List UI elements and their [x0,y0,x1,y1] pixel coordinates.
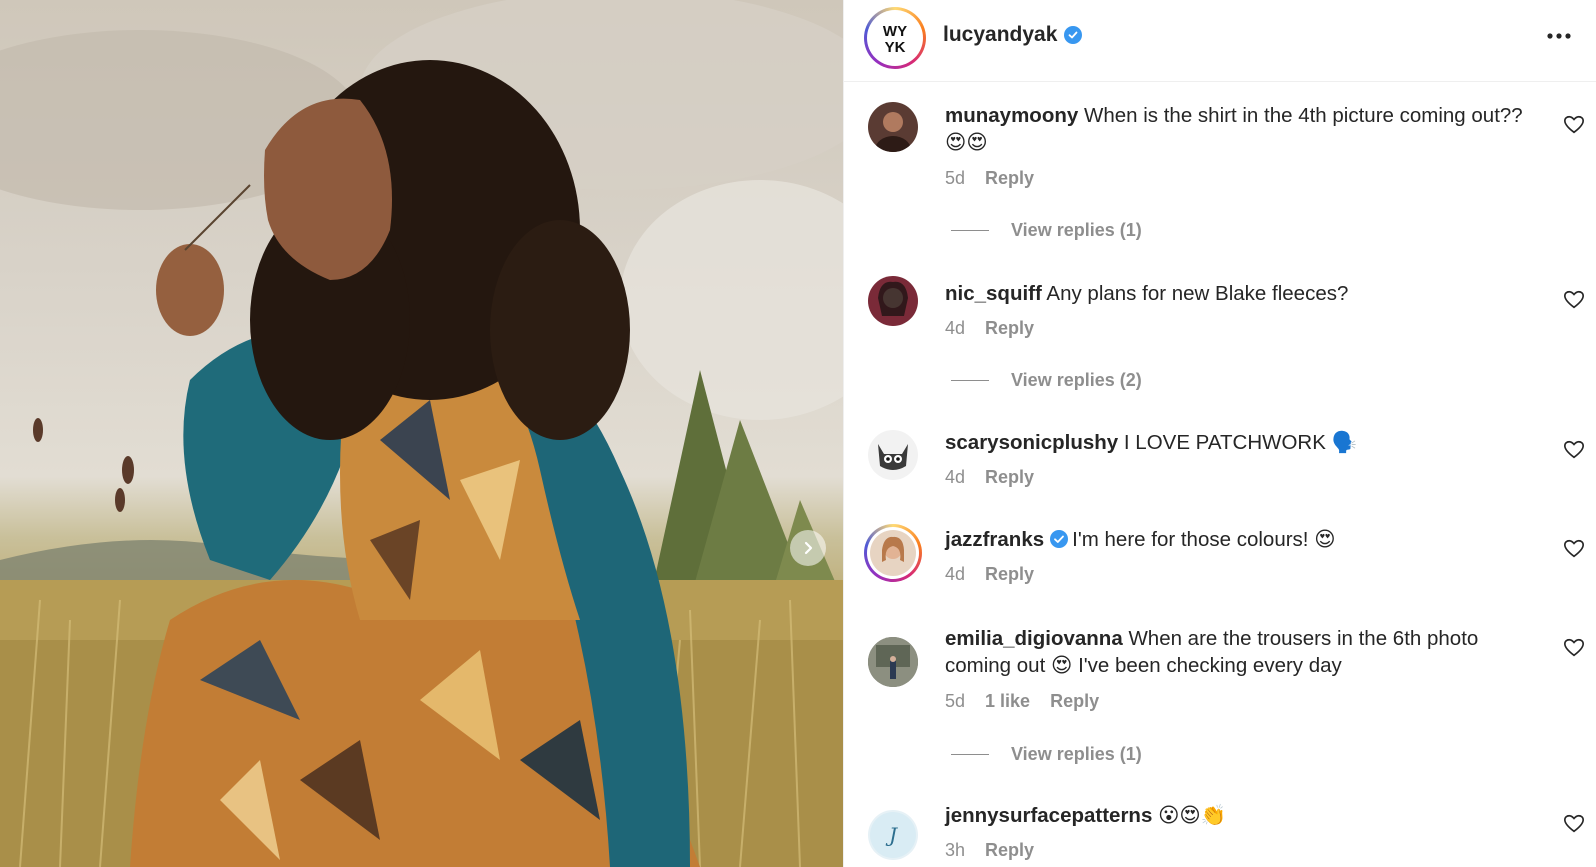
view-replies-label: View replies (2) [1011,370,1142,390]
comment-emoji: 😍 [1314,527,1336,551]
verified-badge-icon [1050,530,1069,548]
commenter-avatar[interactable] [864,524,922,582]
divider-line [951,230,989,231]
comment-meta: 5d 1 like Reply [945,691,1099,712]
comment-username[interactable]: nic_squiff [945,282,1042,305]
view-replies-label: View replies (1) [1011,744,1142,764]
comment-meta: 4d Reply [945,564,1034,585]
comment-username[interactable]: jazzfranks [945,528,1044,551]
comment-meta: 4d Reply [945,467,1034,488]
brand-logo-icon: WY YK [883,23,907,56]
comment-text: jennysurfacepatterns 😮😍👏 [945,802,1525,829]
divider-line [951,754,989,755]
reply-button[interactable]: Reply [985,318,1034,339]
comment-text: nic_squiff Any plans for new Blake fleec… [945,280,1525,307]
photo-illustration [0,0,843,867]
comment-message: Any plans for new Blake fleeces? [1046,282,1349,305]
comment-time: 4d [945,564,966,584]
comment-emoji: 😮😍👏 [1158,803,1227,827]
heart-icon[interactable] [1563,637,1585,659]
comment-username[interactable]: emilia_digiovanna [945,627,1123,650]
comment-likes[interactable]: 1 like [985,691,1030,712]
comment-text: jazzfranks I'm here for those colours! 😍 [945,526,1525,553]
view-replies-label: View replies (1) [1011,220,1142,240]
chevron-right-icon [804,541,813,555]
commenter-avatar[interactable] [868,430,918,480]
comment-username[interactable]: scarysonicplushy [945,431,1118,454]
svg-text:YK: YK [885,39,906,56]
account-avatar[interactable]: WY YK [864,7,926,69]
divider-line [951,380,989,381]
comment-message: When is the shirt in the 4th picture com… [1083,104,1523,127]
comment-time: 5d [945,168,966,188]
comment-time: 5d [945,691,966,711]
heart-icon[interactable] [1563,439,1585,461]
comment-meta: 5d Reply [945,168,1034,189]
comment-emoji: 🗣️ [1331,430,1358,454]
svg-text:WY: WY [883,23,907,40]
reply-button[interactable]: Reply [1050,691,1099,712]
comment-text: munaymoony When is the shirt in the 4th … [945,102,1525,156]
comment-emoji: 😍😍 [945,130,988,154]
comment-time: 4d [945,318,966,338]
account-name[interactable]: lucyandyak [943,23,1083,47]
post-photo[interactable] [0,0,843,867]
commenter-avatar[interactable] [868,276,918,326]
comment-message-continued: I've been checking every day [1078,654,1342,677]
comments-panel: WY YK lucyandyak munaymoony When is the … [843,0,1596,867]
commenter-avatar[interactable] [868,637,918,687]
comment-message: I'm here for those colours! [1072,528,1309,551]
post-header: WY YK lucyandyak [844,0,1596,82]
reply-button[interactable]: Reply [985,467,1034,488]
heart-icon[interactable] [1563,538,1585,560]
commenter-avatar[interactable] [868,102,918,152]
account-username[interactable]: lucyandyak [943,23,1057,47]
commenter-avatar[interactable]: J [868,810,918,860]
reply-button[interactable]: Reply [985,840,1034,861]
reply-button[interactable]: Reply [985,564,1034,585]
view-replies-button[interactable]: View replies (1) [951,220,1142,241]
comment-time: 3h [945,840,966,860]
comment-text: scarysonicplushy I LOVE PATCHWORK 🗣️ [945,429,1525,456]
comment-username[interactable]: jennysurfacepatterns [945,804,1152,827]
comment-text: emilia_digiovanna When are the trousers … [945,625,1525,679]
more-horizontal-icon[interactable] [1544,24,1574,48]
next-photo-button[interactable] [790,530,826,566]
comment-meta: 3h Reply [945,840,1034,861]
comment-emoji: 😍 [1050,653,1073,677]
heart-icon[interactable] [1563,114,1585,136]
comment-message: I LOVE PATCHWORK [1123,431,1326,454]
comment-username[interactable]: munaymoony [945,104,1078,127]
verified-badge-icon [1064,26,1083,44]
view-replies-button[interactable]: View replies (1) [951,744,1142,765]
comment-meta: 4d Reply [945,318,1034,339]
comment-time: 4d [945,467,966,487]
heart-icon[interactable] [1563,289,1585,311]
reply-button[interactable]: Reply [985,168,1034,189]
view-replies-button[interactable]: View replies (2) [951,370,1142,391]
heart-icon[interactable] [1563,813,1585,835]
